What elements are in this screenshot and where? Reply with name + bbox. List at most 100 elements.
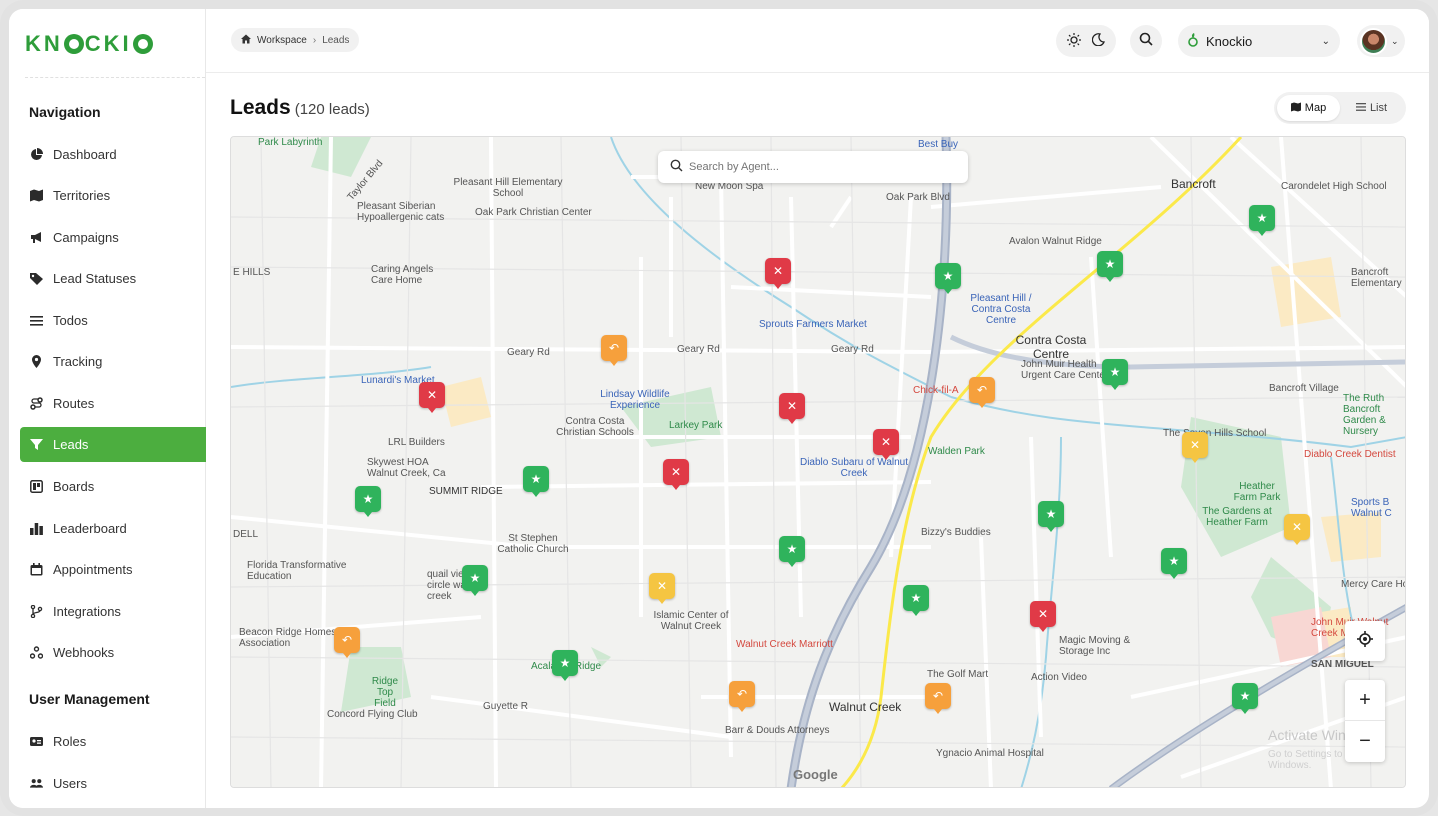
map-label: Geary Rd <box>677 344 720 355</box>
sidebar-item-boards[interactable]: Boards <box>20 469 206 504</box>
lead-marker-follow-up[interactable]: ↶ <box>969 377 995 408</box>
lead-marker-not-interested[interactable]: ✕ <box>1030 601 1056 632</box>
list-icon <box>1355 102 1366 115</box>
sidebar-item-users[interactable]: Users <box>20 766 206 801</box>
profile-menu[interactable]: ⌄ <box>1357 25 1405 57</box>
sidebar-item-label: Roles <box>53 734 87 749</box>
lead-marker-follow-up[interactable]: ↶ <box>925 683 951 714</box>
zoom-controls: + − <box>1345 680 1385 762</box>
lead-marker-sold[interactable]: ★ <box>1038 501 1064 532</box>
agent-search <box>658 151 968 183</box>
star-icon: ★ <box>469 571 481 585</box>
lead-marker-follow-up[interactable]: ↶ <box>334 627 360 658</box>
app-window: KN CKI Navigation Dashboard Territories C… <box>9 9 1429 808</box>
lead-marker-sold[interactable]: ★ <box>903 585 929 616</box>
return-icon: ↶ <box>608 341 620 355</box>
map-label: Ygnacio Animal Hospital <box>936 748 1044 759</box>
lead-marker-callback[interactable]: ✕ <box>1182 432 1208 463</box>
lead-marker-not-interested[interactable]: ✕ <box>419 382 445 413</box>
search-button[interactable] <box>1130 25 1162 57</box>
map-label: Sports B Walnut C <box>1351 497 1392 519</box>
map-label: Magic Moving & Storage Inc <box>1059 635 1131 657</box>
map-label: Contra Costa Centre <box>1015 333 1087 361</box>
sidebar-item-label: Todos <box>53 313 88 328</box>
map-label: Concord Flying Club <box>327 709 418 720</box>
calendar-icon <box>30 563 43 576</box>
sidebar-item-territories[interactable]: Territories <box>20 178 206 213</box>
workspace-select[interactable]: Knockio ⌄ <box>1178 25 1340 57</box>
map-label: SUMMIT RIDGE <box>429 486 503 497</box>
zoom-in-button[interactable]: + <box>1345 680 1385 721</box>
page-title: Leads (120 leads) <box>230 96 370 120</box>
lead-marker-sold[interactable]: ★ <box>1102 359 1128 390</box>
lead-marker-sold[interactable]: ★ <box>1097 251 1123 282</box>
lead-marker-callback[interactable]: ✕ <box>649 573 675 604</box>
sidebar-item-label: Lead Statuses <box>53 271 137 286</box>
avatar[interactable] <box>1360 27 1387 55</box>
top-bar: Workspace › Leads Knockio ⌄ ⌄ <box>206 9 1429 73</box>
sidebar-item-label: Tracking <box>53 354 103 369</box>
map-label: Pleasant Hill Elementary School <box>453 177 563 199</box>
theme-toggle[interactable] <box>1056 25 1116 57</box>
lead-marker-callback[interactable]: ✕ <box>1284 514 1310 545</box>
id-card-icon <box>30 735 43 748</box>
map-view-button[interactable]: Map <box>1277 95 1340 121</box>
no-bell-icon: ✕ <box>1037 607 1049 621</box>
home-icon[interactable] <box>241 34 251 47</box>
lead-marker-sold[interactable]: ★ <box>462 565 488 596</box>
sidebar-item-leads[interactable]: Leads <box>20 427 206 462</box>
map-label: Geary Rd <box>507 347 550 358</box>
lead-marker-not-interested[interactable]: ✕ <box>779 393 805 424</box>
list-view-button[interactable]: List <box>1340 95 1403 121</box>
sidebar-item-routes[interactable]: Routes <box>20 386 206 421</box>
sidebar-item-label: Leads <box>53 437 89 452</box>
lead-marker-not-interested[interactable]: ✕ <box>765 258 791 289</box>
agent-search-input[interactable] <box>689 161 949 173</box>
star-icon: ★ <box>1256 211 1268 225</box>
lead-marker-sold[interactable]: ★ <box>1161 548 1187 579</box>
sidebar-item-leaderboard[interactable]: Leaderboard <box>20 511 206 546</box>
lead-marker-sold[interactable]: ★ <box>1249 205 1275 236</box>
sidebar-item-label: Webhooks <box>53 645 115 660</box>
sidebar-item-todos[interactable]: Todos <box>20 303 206 338</box>
lead-marker-sold[interactable]: ★ <box>779 536 805 567</box>
leads-map[interactable]: Park Labyrinth Taylor Blvd Pleasant Hill… <box>230 136 1406 788</box>
sidebar-item-webhooks[interactable]: Webhooks <box>20 635 206 670</box>
map-label: Oak Park Blvd <box>886 192 950 203</box>
lead-marker-follow-up[interactable]: ↶ <box>601 335 627 366</box>
sidebar-item-roles[interactable]: Roles <box>20 724 206 759</box>
sun-icon[interactable] <box>1067 32 1082 50</box>
logo-ball-icon <box>63 34 84 54</box>
sidebar-item-tracking[interactable]: Tracking <box>20 344 206 379</box>
lead-marker-sold[interactable]: ★ <box>523 466 549 497</box>
breadcrumb-workspace[interactable]: Workspace <box>257 35 307 46</box>
return-icon: ↶ <box>341 633 353 647</box>
route-icon <box>30 397 43 410</box>
lead-marker-sold[interactable]: ★ <box>1232 683 1258 714</box>
sidebar-item-label: Appointments <box>53 562 133 577</box>
sidebar-item-lead-statuses[interactable]: Lead Statuses <box>20 261 206 296</box>
lead-marker-not-interested[interactable]: ✕ <box>663 459 689 490</box>
map-label: Park Labyrinth <box>258 137 323 148</box>
map-label: Walden Park <box>928 446 985 457</box>
star-icon: ★ <box>942 269 954 283</box>
sidebar-item-label: Campaigns <box>53 230 119 245</box>
knockio-logo[interactable]: KN CKI <box>25 31 154 57</box>
sidebar-item-appointments[interactable]: Appointments <box>20 552 206 587</box>
lead-marker-sold[interactable]: ★ <box>935 263 961 294</box>
breadcrumb: Workspace › Leads <box>231 28 360 52</box>
lead-marker-not-interested[interactable]: ✕ <box>873 429 899 460</box>
no-bell-icon: ✕ <box>880 435 892 449</box>
my-location-button[interactable] <box>1345 621 1385 661</box>
map-label: Heather Farm Park <box>1233 481 1281 503</box>
lead-marker-sold[interactable]: ★ <box>355 486 381 517</box>
lead-marker-sold[interactable]: ★ <box>552 650 578 681</box>
sidebar-item-integrations[interactable]: Integrations <box>20 594 206 629</box>
sidebar-item-dashboard[interactable]: Dashboard <box>20 137 206 172</box>
star-icon: ★ <box>910 591 922 605</box>
megaphone-icon <box>30 231 43 244</box>
lead-marker-follow-up[interactable]: ↶ <box>729 681 755 712</box>
moon-icon[interactable] <box>1091 33 1105 49</box>
sidebar-item-campaigns[interactable]: Campaigns <box>20 220 206 255</box>
zoom-out-button[interactable]: − <box>1345 721 1385 762</box>
